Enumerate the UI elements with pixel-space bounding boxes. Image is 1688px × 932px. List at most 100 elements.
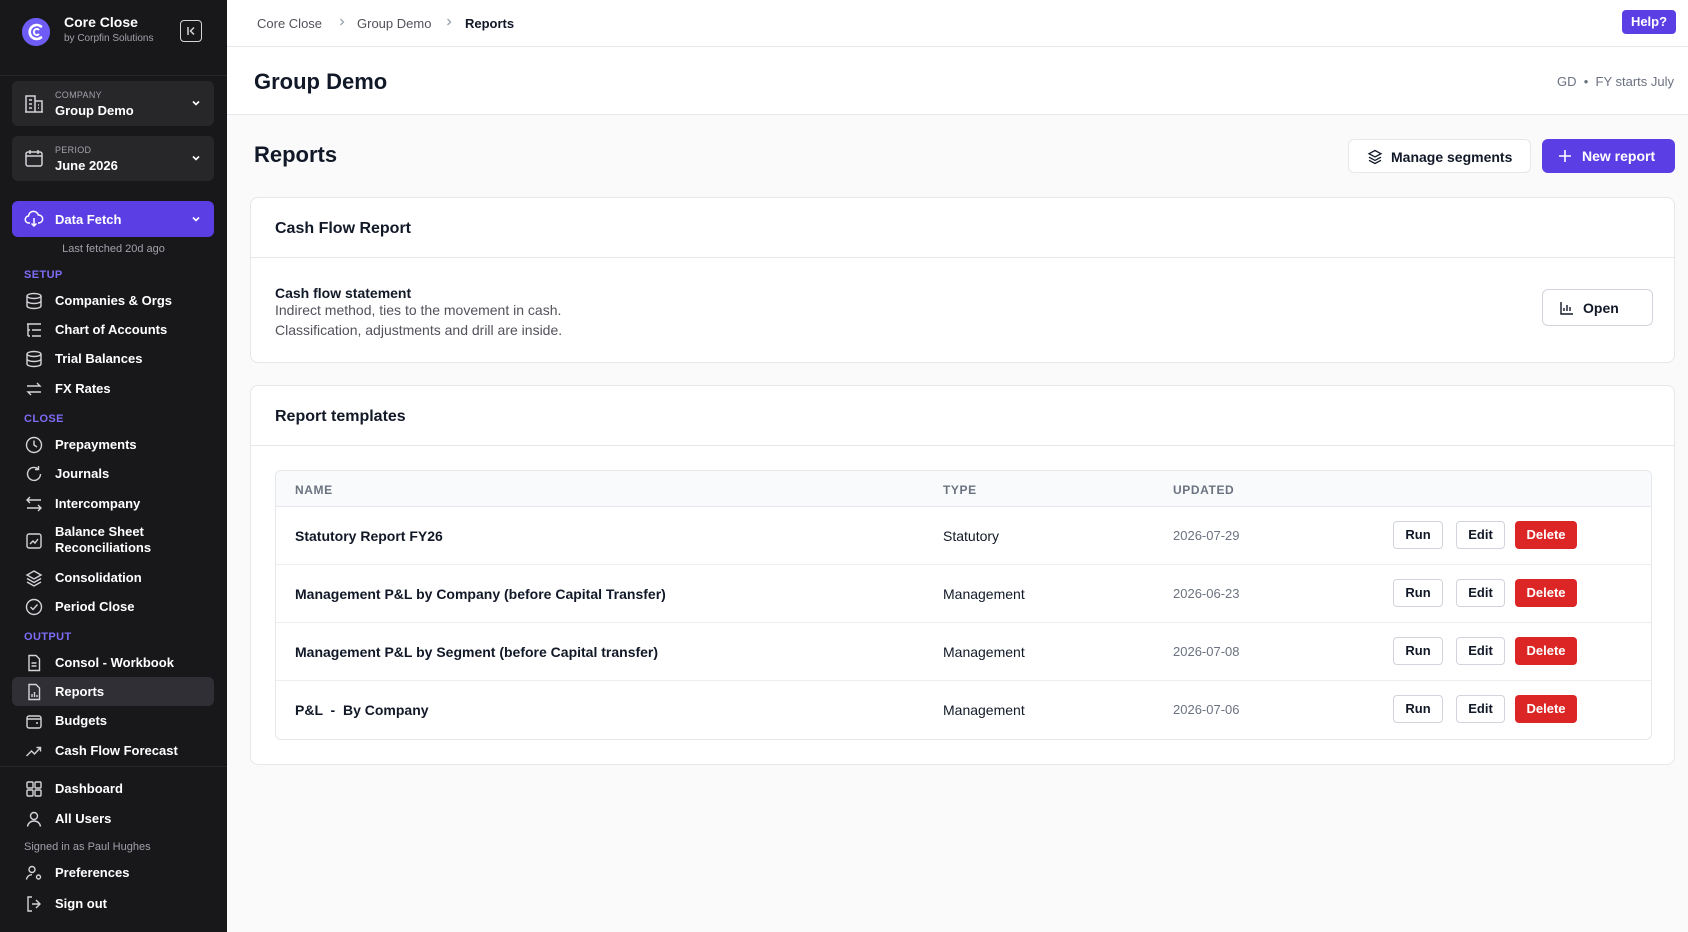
file-chart-icon bbox=[28, 683, 41, 701]
nav-journals[interactable]: Journals bbox=[12, 459, 214, 488]
wallet-icon bbox=[26, 715, 42, 729]
list-tree-icon bbox=[27, 323, 41, 337]
column-name: NAME bbox=[295, 483, 333, 497]
chevron-right-icon bbox=[447, 18, 452, 26]
trending-up-icon bbox=[26, 746, 42, 757]
templates-table: NAME TYPE UPDATED Statutory Report FY26 … bbox=[275, 470, 1652, 740]
nav-cash-flow-forecast[interactable]: Cash Flow Forecast bbox=[12, 736, 214, 765]
brand-subtitle: by Corpfin Solutions bbox=[64, 33, 154, 44]
template-updated: 2026-06-23 bbox=[1173, 586, 1240, 601]
nav-balance-sheet-reconciliations[interactable]: Balance Sheet Reconciliations bbox=[12, 524, 214, 558]
nav-label: Dashboard bbox=[55, 781, 123, 796]
nav-all-users[interactable]: All Users bbox=[12, 804, 214, 833]
nav-period-close[interactable]: Period Close bbox=[12, 592, 214, 621]
logo-icon bbox=[22, 18, 50, 46]
nav-chart-of-accounts[interactable]: Chart of Accounts bbox=[12, 315, 214, 344]
help-button[interactable]: Help? bbox=[1622, 10, 1676, 34]
sidebar: Core Close by Corpfin Solutions COMPANY … bbox=[0, 0, 227, 932]
table-row: Management P&L by Segment (before Capita… bbox=[276, 623, 1651, 681]
section-output: OUTPUT bbox=[24, 631, 72, 643]
cash-flow-statement-name: Cash flow statement bbox=[275, 285, 412, 301]
database-icon bbox=[26, 292, 42, 310]
delete-button[interactable]: Delete bbox=[1515, 637, 1577, 665]
layers-icon bbox=[25, 570, 43, 587]
nav-consolidation[interactable]: Consolidation bbox=[12, 563, 214, 592]
breadcrumb-reports: Reports bbox=[465, 16, 515, 31]
clock-icon bbox=[25, 436, 43, 454]
template-updated: 2026-07-08 bbox=[1173, 644, 1240, 659]
nav-reports[interactable]: Reports bbox=[12, 677, 214, 706]
cash-flow-description-2: Classification, adjustments and drill ar… bbox=[275, 322, 563, 338]
run-button[interactable]: Run bbox=[1393, 579, 1443, 607]
data-fetch-button[interactable]: Data Fetch bbox=[12, 201, 214, 237]
edit-button[interactable]: Edit bbox=[1456, 579, 1505, 607]
company-value: Group Demo bbox=[55, 103, 134, 118]
nav-dashboard[interactable]: Dashboard bbox=[12, 774, 214, 803]
card-title: Cash Flow Report bbox=[275, 220, 412, 237]
chevron-down-icon bbox=[192, 100, 200, 106]
fiscal-year-meta: GD • FY starts July bbox=[1557, 74, 1674, 89]
brand-name: Core Close bbox=[64, 14, 138, 30]
breadcrumb-core-close[interactable]: Core Close bbox=[257, 16, 322, 31]
page-header: Group Demo GD • FY starts July bbox=[227, 47, 1688, 115]
nav-budgets[interactable]: Budgets bbox=[12, 706, 214, 735]
arrows-left-right-icon bbox=[26, 496, 42, 512]
nav-label: Budgets bbox=[55, 713, 107, 728]
nav-companies[interactable]: Companies & Orgs bbox=[12, 286, 214, 315]
company-selector[interactable]: COMPANY Group Demo bbox=[12, 81, 214, 126]
new-report-button[interactable]: New report bbox=[1542, 139, 1675, 173]
file-icon bbox=[28, 654, 41, 672]
cash-flow-card: Cash Flow Report Cash flow statement Ind… bbox=[250, 197, 1675, 363]
nav-intercompany[interactable]: Intercompany bbox=[12, 489, 214, 518]
delete-button[interactable]: Delete bbox=[1515, 579, 1577, 607]
template-name: Management P&L by Company (before Capita… bbox=[295, 586, 666, 602]
nav-trial-balances[interactable]: Trial Balances bbox=[12, 344, 214, 373]
new-report-label: New report bbox=[1582, 148, 1656, 164]
nav-sign-out[interactable]: Sign out bbox=[12, 889, 214, 918]
card-title: Report templates bbox=[275, 408, 406, 425]
breadcrumb-group-demo[interactable]: Group Demo bbox=[357, 16, 431, 31]
run-button[interactable]: Run bbox=[1393, 521, 1443, 549]
delete-button[interactable]: Delete bbox=[1515, 521, 1577, 549]
divider bbox=[251, 445, 1674, 446]
open-label: Open bbox=[1583, 300, 1619, 316]
manage-segments-label: Manage segments bbox=[1391, 149, 1513, 165]
delete-button[interactable]: Delete bbox=[1515, 695, 1577, 723]
company-label: COMPANY bbox=[55, 90, 102, 100]
nav-prepayments[interactable]: Prepayments bbox=[12, 430, 214, 459]
template-name: Management P&L by Segment (before Capita… bbox=[295, 644, 659, 660]
table-row: Management P&L by Company (before Capita… bbox=[276, 565, 1651, 623]
period-selector[interactable]: PERIOD June 2026 bbox=[12, 136, 214, 181]
section-close: CLOSE bbox=[24, 413, 64, 425]
nav-label: Consol - Workbook bbox=[55, 655, 174, 670]
cash-flow-description-1: Indirect method, ties to the movement in… bbox=[275, 302, 562, 318]
edit-button[interactable]: Edit bbox=[1456, 637, 1505, 665]
run-button[interactable]: Run bbox=[1393, 637, 1443, 665]
image-check-icon bbox=[26, 533, 42, 549]
chevron-down-icon bbox=[192, 155, 200, 161]
open-cash-flow-button[interactable]: Open bbox=[1542, 289, 1653, 326]
database-icon bbox=[26, 350, 42, 368]
template-name: P&L - By Company bbox=[295, 702, 429, 718]
cloud-download-icon bbox=[24, 210, 44, 228]
manage-segments-button[interactable]: Manage segments bbox=[1348, 139, 1531, 173]
table-row: P&L - By Company Management 2026-07-06 R… bbox=[276, 681, 1651, 739]
edit-button[interactable]: Edit bbox=[1456, 695, 1505, 723]
calendar-icon bbox=[25, 150, 43, 167]
chevron-down-icon bbox=[192, 216, 200, 222]
check-circle-icon bbox=[25, 598, 43, 616]
building-icon bbox=[25, 95, 43, 113]
collapse-sidebar-icon[interactable] bbox=[180, 20, 202, 42]
run-button[interactable]: Run bbox=[1393, 695, 1443, 723]
period-label: PERIOD bbox=[55, 145, 92, 155]
divider bbox=[0, 75, 227, 76]
plus-icon bbox=[1559, 150, 1571, 162]
nav-fx-rates[interactable]: FX Rates bbox=[12, 374, 214, 403]
data-fetch-label: Data Fetch bbox=[55, 212, 122, 227]
nav-consol-workbook[interactable]: Consol - Workbook bbox=[12, 648, 214, 677]
edit-button[interactable]: Edit bbox=[1456, 521, 1505, 549]
nav-preferences[interactable]: Preferences bbox=[12, 858, 214, 887]
layers-icon bbox=[1367, 149, 1383, 165]
template-type: Management bbox=[943, 586, 1025, 602]
logout-icon bbox=[27, 896, 41, 912]
